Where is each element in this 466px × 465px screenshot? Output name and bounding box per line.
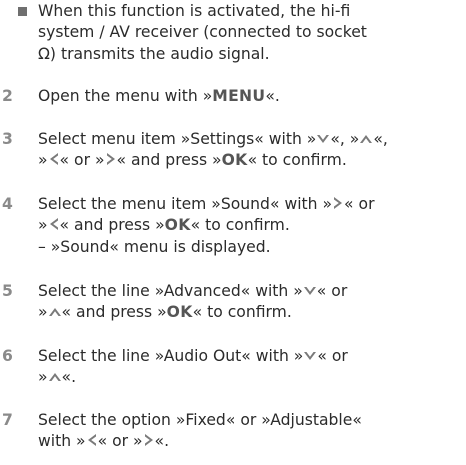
step-line: Open the menu with »MENU«. <box>38 87 280 105</box>
arrow-down-icon <box>316 133 330 145</box>
step-2: 2 Open the menu with »MENU«. <box>2 86 463 107</box>
step-line: » «. <box>38 368 77 387</box>
ok-key-label: OK <box>164 216 191 235</box>
bullet-line: system / AV receiver (connected to socke… <box>38 23 367 42</box>
step-7: 7 Select the option »Fixed« or »Adjustab… <box>2 410 463 453</box>
step-3: 3 Select menu item »Settings« with » «, »… <box>2 129 463 172</box>
step-6: 6 Select the line »Audio Out« with » « or… <box>2 346 463 389</box>
step-5: 5 Select the line »Advanced« with » « or … <box>2 281 463 324</box>
bullet-note: When this function is activated, the hi-… <box>18 1 458 65</box>
manual-page: When this function is activated, the hi-… <box>0 0 466 465</box>
step-number: 4 <box>2 195 13 213</box>
arrow-right-icon <box>143 433 155 447</box>
arrow-up-icon <box>48 306 62 318</box>
arrow-right-icon <box>105 152 117 166</box>
step-line: with » « or » «. <box>38 432 170 451</box>
menu-key-label: MENU <box>212 87 266 105</box>
step-number: 5 <box>2 282 13 300</box>
step-line: » « and press »OK« to confirm. <box>38 303 292 322</box>
step-line: Select the option »Fixed« or »Adjustable… <box>38 411 362 429</box>
arrow-down-icon <box>303 350 317 362</box>
step-4: 4 Select the menu item »Sound« with » « o… <box>2 194 463 258</box>
step-line: » « or » « and press »OK« to confirm. <box>38 151 347 170</box>
step-number: 6 <box>2 347 13 365</box>
step-line: Select menu item »Settings« with » «, » «, <box>38 130 388 148</box>
bullet-line-text: ) transmits the audio signal. <box>49 44 270 63</box>
step-line: » « and press »OK« to confirm. <box>38 216 290 235</box>
arrow-down-icon <box>303 285 317 297</box>
step-line: Select the line »Audio Out« with » « or <box>38 347 348 365</box>
arrow-left-icon <box>48 152 60 166</box>
headphone-socket-icon: Ω <box>38 44 50 63</box>
ok-key-label: OK <box>166 303 193 322</box>
step-line: Select the menu item »Sound« with » « or <box>38 195 375 213</box>
step-number: 3 <box>2 130 13 148</box>
arrow-left-icon <box>48 217 60 231</box>
arrow-right-icon <box>332 196 344 210</box>
step-sub-line: – »Sound« menu is displayed. <box>38 237 271 256</box>
arrow-left-icon <box>86 433 98 447</box>
arrow-up-icon <box>359 133 373 145</box>
bullet-line: Ω) transmits the audio signal. <box>38 44 458 65</box>
bullet-line: When this function is activated, the hi-… <box>38 2 351 20</box>
square-bullet-icon <box>18 7 27 16</box>
step-line: Select the line »Advanced« with » « or <box>38 282 348 300</box>
arrow-up-icon <box>48 371 62 383</box>
ok-key-label: OK <box>221 151 248 170</box>
step-number: 7 <box>2 411 13 429</box>
step-number: 2 <box>2 87 13 105</box>
